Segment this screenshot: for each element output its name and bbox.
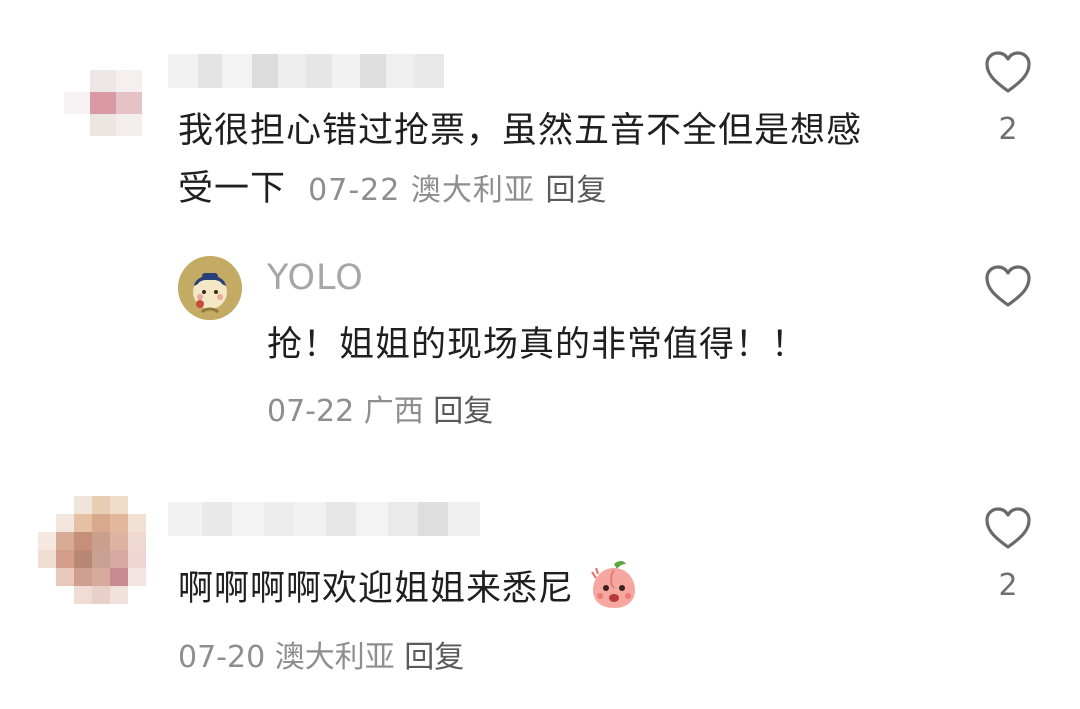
- heart-outline-icon: [985, 265, 1031, 307]
- avatar[interactable]: [38, 496, 146, 608]
- comment-text-line-1: 我很担心错过抢票，虽然五音不全但是想感: [178, 111, 863, 151]
- heart-outline-icon: [985, 507, 1031, 549]
- like-count: 2: [998, 568, 1018, 603]
- avatar[interactable]: [38, 48, 142, 136]
- comment-date: 07-20: [178, 640, 266, 675]
- comment-text: 我很担心错过抢票，虽然五音不全但是想感 受一下 07-22 澳大利亚 回复: [178, 102, 958, 220]
- reply-text: 抢！姐姐的现场真的非常值得！！: [267, 325, 808, 365]
- comment-text: 啊啊啊啊欢迎姐姐来悉尼: [178, 558, 640, 618]
- reply-avatar[interactable]: [178, 256, 242, 320]
- reply-button[interactable]: 回复: [545, 173, 607, 208]
- like-button[interactable]: 2: [978, 50, 1038, 148]
- like-count: 2: [998, 112, 1018, 147]
- comment-text-tail: 受一下: [178, 169, 287, 209]
- like-button[interactable]: 2: [978, 506, 1038, 604]
- comment-location: 澳大利亚: [410, 173, 535, 208]
- comment-text-line-2: 受一下 07-22 澳大利亚 回复: [178, 160, 958, 220]
- username-blurred[interactable]: [168, 502, 480, 536]
- reply-button[interactable]: 回复: [433, 394, 493, 429]
- comment-thread: 我很担心错过抢票，虽然五音不全但是想感 受一下 07-22 澳大利亚 回复 2: [0, 0, 1080, 709]
- reply-meta: 07-22 广西 回复: [267, 386, 493, 430]
- comment-text-content: 啊啊啊啊欢迎姐姐来悉尼: [178, 569, 575, 609]
- like-button[interactable]: [978, 264, 1038, 308]
- reply-button[interactable]: 回复: [404, 640, 464, 675]
- comment-meta: 07-22 澳大利亚 回复: [308, 173, 607, 208]
- reply-location: 广西: [363, 394, 424, 429]
- comment-meta: 07-20 澳大利亚 回复: [178, 632, 464, 676]
- username-blurred[interactable]: [168, 54, 444, 88]
- reply-username[interactable]: YOLO: [267, 258, 364, 298]
- comment-date: 07-22: [308, 173, 401, 208]
- peach-emoji-icon: [591, 561, 636, 608]
- comment-location: 澳大利亚: [274, 640, 395, 675]
- heart-outline-icon: [985, 51, 1031, 93]
- reply-date: 07-22: [267, 394, 355, 429]
